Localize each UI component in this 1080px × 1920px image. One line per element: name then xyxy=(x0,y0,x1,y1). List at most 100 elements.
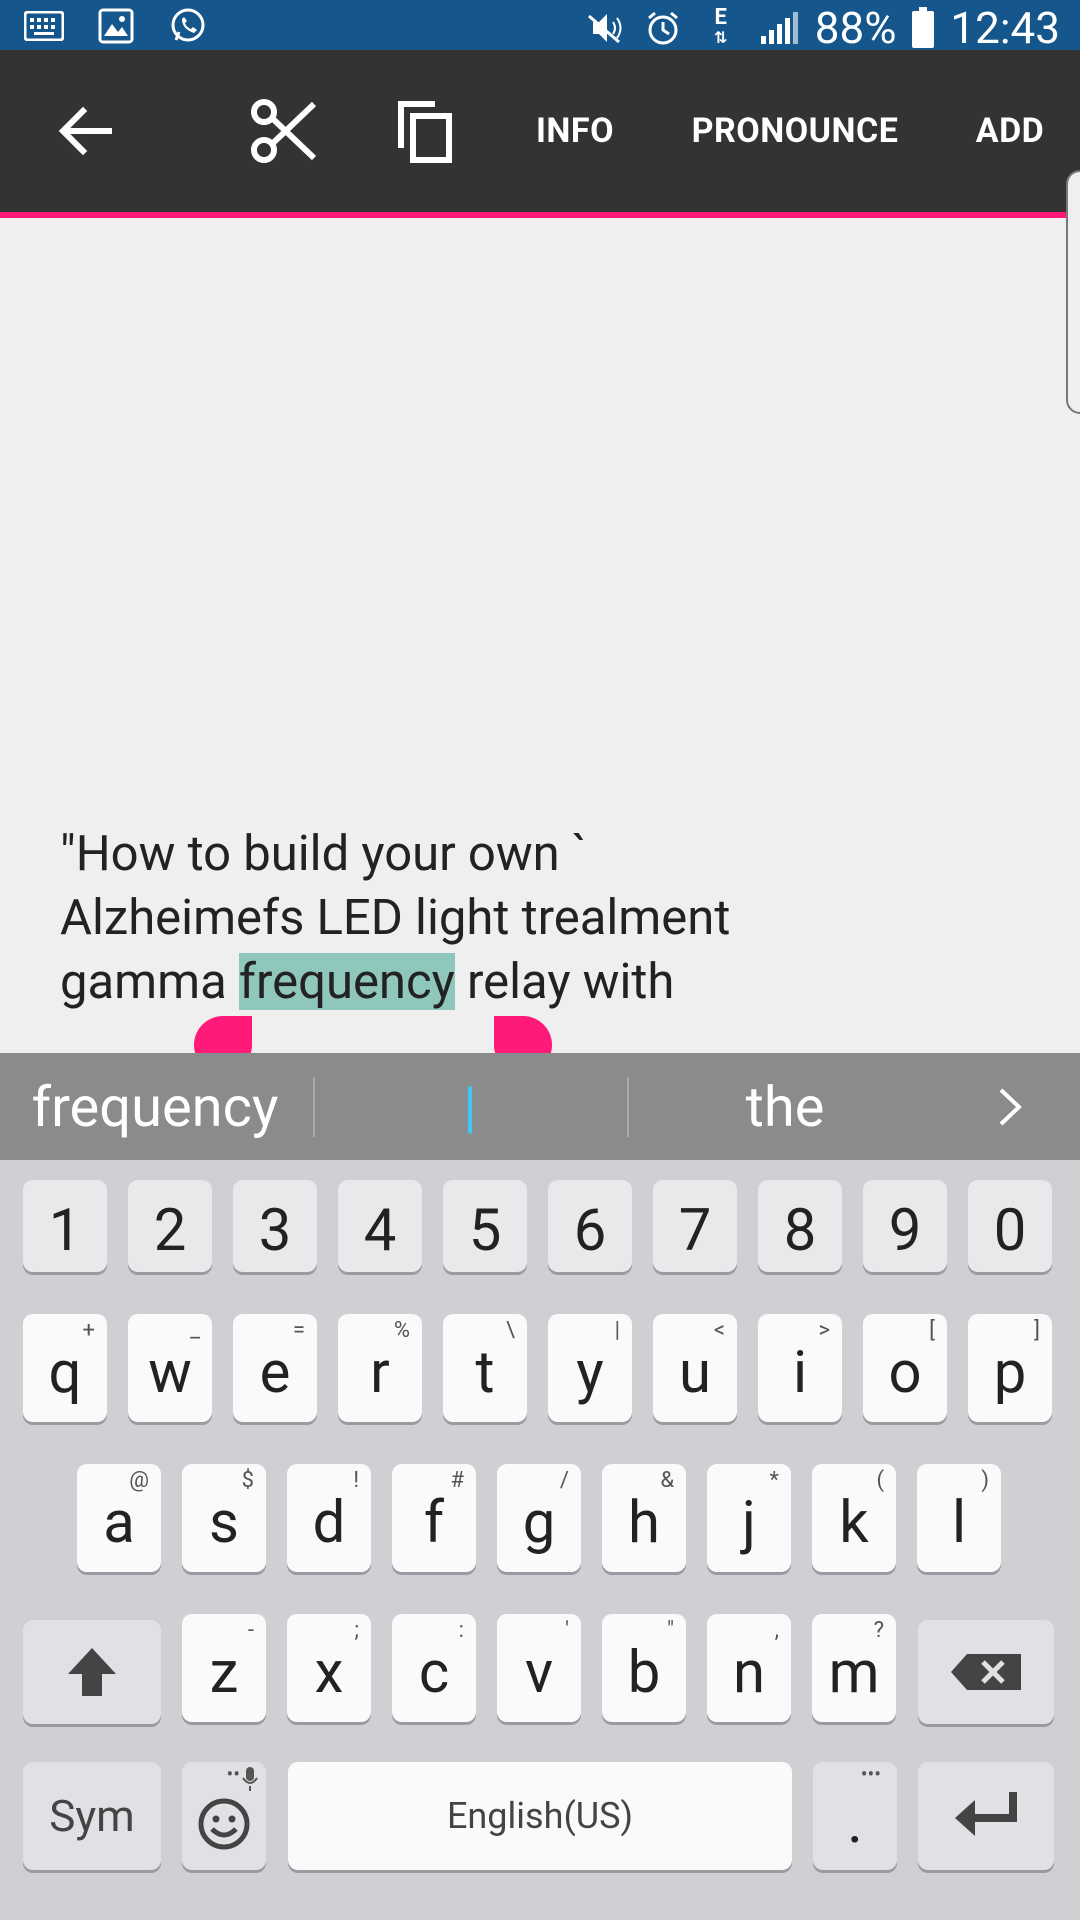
key-l[interactable]: ) l xyxy=(917,1464,1001,1572)
key-label: d xyxy=(312,1489,346,1557)
key-alt-symbol: @ xyxy=(129,1468,149,1493)
key-e[interactable]: = e xyxy=(233,1314,317,1422)
key-alt-symbol: - xyxy=(247,1618,254,1643)
key-m[interactable]: ? m xyxy=(812,1614,896,1722)
key-label: 8 xyxy=(783,1197,817,1265)
key-a[interactable]: @ a xyxy=(77,1464,161,1572)
mute-icon xyxy=(583,8,627,48)
key-alt-symbol: = xyxy=(292,1318,305,1343)
period-key[interactable]: ••• . xyxy=(813,1762,897,1870)
cut-button[interactable] xyxy=(240,50,330,212)
key-label: 2 xyxy=(153,1197,187,1265)
key-number-5[interactable]: 5 xyxy=(443,1180,527,1272)
key-g[interactable]: / g xyxy=(497,1464,581,1572)
key-u[interactable]: < u xyxy=(653,1314,737,1422)
key-label: c xyxy=(418,1639,450,1707)
battery-icon xyxy=(910,7,936,48)
key-number-6[interactable]: 6 xyxy=(548,1180,632,1272)
suggestion-divider xyxy=(313,1077,315,1137)
selected-text[interactable]: frequency xyxy=(238,953,455,1010)
key-label: v xyxy=(524,1639,554,1707)
text-editor[interactable]: "How to build your own ` Alzheimefs LED … xyxy=(60,822,1040,1014)
key-t[interactable]: \ t xyxy=(443,1314,527,1422)
key-v[interactable]: ' v xyxy=(497,1614,581,1722)
key-label: y xyxy=(576,1339,604,1407)
backspace-icon xyxy=(951,1654,1021,1690)
key-alt-symbol: | xyxy=(614,1318,620,1343)
key-j[interactable]: * j xyxy=(707,1464,791,1572)
key-alt-symbol: % xyxy=(393,1318,410,1343)
shift-key[interactable] xyxy=(23,1620,161,1724)
info-button[interactable]: INFO xyxy=(520,50,630,212)
scroll-edge-handle[interactable] xyxy=(1066,170,1080,414)
key-h[interactable]: & h xyxy=(602,1464,686,1572)
pronounce-button[interactable]: PRONOUNCE xyxy=(670,50,920,212)
key-alt-symbol: $ xyxy=(241,1468,254,1493)
text-selection-action-bar: INFO PRONOUNCE ADD xyxy=(0,50,1080,218)
key-i[interactable]: > i xyxy=(758,1314,842,1422)
key-c[interactable]: :c xyxy=(392,1614,476,1722)
key-s[interactable]: $ s xyxy=(182,1464,266,1572)
key-p[interactable]: ] p xyxy=(968,1314,1052,1422)
add-button[interactable]: ADD xyxy=(960,50,1060,212)
key-label: h xyxy=(628,1489,660,1557)
key-label: q xyxy=(48,1339,82,1407)
period-key-label: . xyxy=(847,1785,863,1857)
key-n[interactable]: ,n xyxy=(707,1614,791,1722)
key-number-8[interactable]: 8 xyxy=(758,1180,842,1272)
key-label: 1 xyxy=(48,1197,82,1265)
key-label: l xyxy=(951,1489,967,1557)
key-alt-symbol: < xyxy=(713,1318,725,1343)
key-number-0[interactable]: 0 xyxy=(968,1180,1052,1272)
key-w[interactable]: _ w xyxy=(128,1314,212,1422)
back-button[interactable] xyxy=(40,50,130,212)
enter-key[interactable] xyxy=(918,1762,1054,1870)
key-number-2[interactable]: 2 xyxy=(128,1180,212,1272)
key-number-4[interactable]: 4 xyxy=(338,1180,422,1272)
key-r[interactable]: % r xyxy=(338,1314,422,1422)
key-label: x xyxy=(314,1639,344,1707)
key-q[interactable]: + q xyxy=(23,1314,107,1422)
back-arrow-icon xyxy=(58,106,112,156)
backspace-key[interactable] xyxy=(918,1620,1054,1724)
copy-button[interactable] xyxy=(380,50,470,212)
suggestion-bar: frequency | the xyxy=(0,1053,1080,1160)
key-b[interactable]: " b xyxy=(602,1614,686,1722)
key-alt-symbol: ' xyxy=(565,1618,569,1643)
key-label: 3 xyxy=(258,1197,292,1265)
key-number-7[interactable]: 7 xyxy=(653,1180,737,1272)
key-number-3[interactable]: 3 xyxy=(233,1180,317,1272)
suggestion-left[interactable]: frequency xyxy=(20,1053,290,1160)
key-d[interactable]: ! d xyxy=(287,1464,371,1572)
expand-suggestions-button[interactable] xyxy=(980,1053,1040,1160)
key-label: u xyxy=(679,1339,711,1407)
key-o[interactable]: [o xyxy=(863,1314,947,1422)
key-f[interactable]: # f xyxy=(392,1464,476,1572)
key-label: 6 xyxy=(573,1197,607,1265)
scissors-icon xyxy=(251,99,317,163)
suggestion-right[interactable]: the xyxy=(650,1053,920,1160)
key-x[interactable]: ; x xyxy=(287,1614,371,1722)
emoji-key-dots: •• xyxy=(226,1762,241,1786)
key-alt-symbol: _ xyxy=(190,1318,200,1343)
emoji-key[interactable]: •• xyxy=(182,1762,266,1870)
suggestion-divider xyxy=(627,1077,629,1137)
suggestion-middle[interactable]: | xyxy=(330,1053,610,1160)
key-label: 7 xyxy=(678,1197,712,1265)
key-label: n xyxy=(732,1639,766,1707)
key-number-9[interactable]: 9 xyxy=(863,1180,947,1272)
space-key[interactable]: English(US) xyxy=(288,1762,792,1870)
mic-icon xyxy=(242,1767,258,1791)
key-k[interactable]: (k xyxy=(812,1464,896,1572)
key-alt-symbol: : xyxy=(458,1618,464,1643)
network-type-icon: E ⇅ xyxy=(714,5,728,48)
key-z[interactable]: -z xyxy=(182,1614,266,1722)
key-alt-symbol: + xyxy=(82,1318,95,1343)
copy-icon xyxy=(398,101,452,163)
key-y[interactable]: | y xyxy=(548,1314,632,1422)
enter-arrow-icon xyxy=(955,1792,1017,1836)
status-bar: E ⇅ 88% 12:43 xyxy=(0,0,1080,54)
alarm-icon xyxy=(641,8,685,48)
key-number-1[interactable]: 1 xyxy=(23,1180,107,1272)
sym-key[interactable]: Sym xyxy=(23,1762,161,1870)
